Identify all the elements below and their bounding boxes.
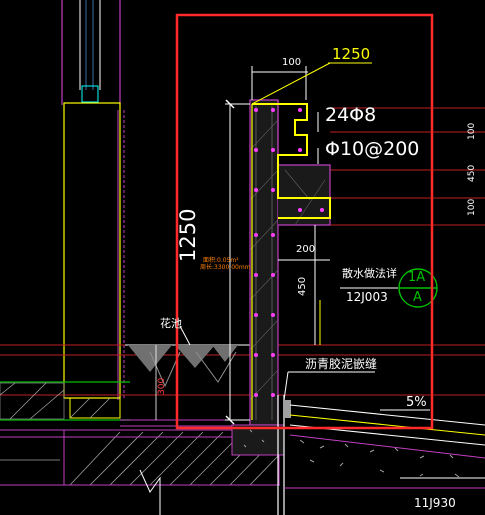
leaders: [179, 287, 398, 401]
slope-label: 5%: [406, 395, 427, 410]
ground-slope: [284, 404, 485, 489]
dim-1250-vertical: 1250: [176, 208, 200, 262]
drain-ref-label: 散水做法详: [342, 267, 397, 280]
right-dim-3: 100: [467, 198, 477, 216]
right-dim-1: 100: [467, 122, 477, 140]
detail-bubble-bottom-text: A: [413, 290, 422, 305]
dim-300: 300: [157, 377, 167, 395]
standard-ref: 11J930: [414, 496, 456, 510]
dim-450: 450: [297, 276, 308, 296]
rebar-stirrup-label: Φ10@200: [325, 138, 420, 160]
planter-label: 花池: [160, 317, 182, 330]
cad-canvas[interactable]: 100 1250 24Φ8 Φ10@200 1250 200 450 300 散…: [0, 0, 485, 515]
drain-ref-code: 12J003: [346, 290, 388, 304]
detail-bubble-top-text: 1A: [408, 270, 426, 285]
dim-100-top: 100: [282, 57, 302, 68]
joint-label: 沥青胶泥嵌缝: [305, 357, 378, 371]
cad-drawing: [0, 0, 485, 515]
left-column: [61, 0, 125, 400]
dim-1250-callout: 1250: [332, 45, 371, 63]
area-note-2: 周长:3300.00mm: [200, 264, 251, 271]
rebar-main-label: 24Φ8: [325, 104, 377, 126]
right-dim-2: 450: [467, 164, 477, 182]
dim-200: 200: [296, 244, 316, 255]
